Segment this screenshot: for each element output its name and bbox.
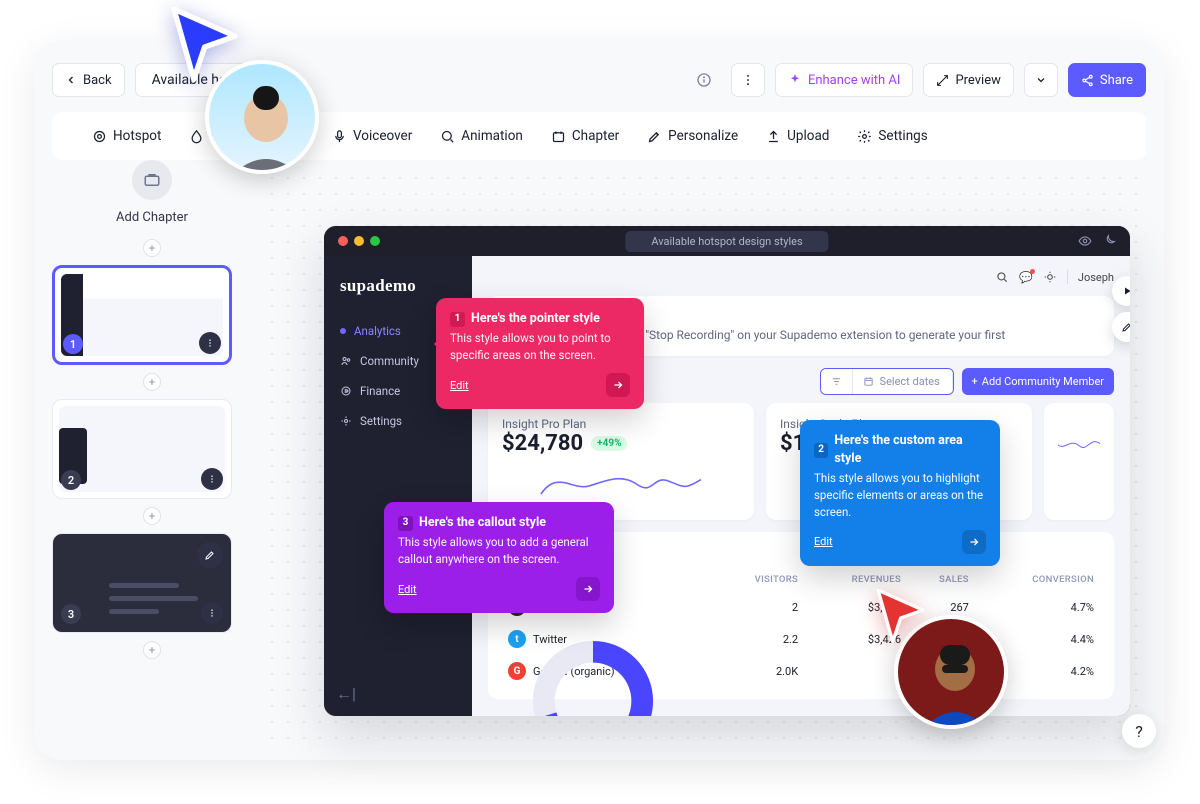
demo-nav-settings[interactable]: Settings — [330, 408, 466, 434]
search-icon[interactable] — [995, 270, 1009, 284]
info-button[interactable] — [687, 63, 721, 97]
eye-icon — [1078, 234, 1092, 248]
step-thumb-3[interactable]: 3 — [52, 533, 232, 633]
traffic-light-min-icon — [354, 236, 364, 246]
callout-pointer[interactable]: 1Here's the pointer style This style all… — [436, 298, 644, 409]
share-button[interactable]: Share — [1068, 63, 1146, 97]
callout-callout[interactable]: 3Here's the callout style This style all… — [384, 502, 614, 613]
sparkline-icon — [1058, 423, 1100, 463]
arrow-right-icon[interactable] — [962, 530, 986, 554]
date-range-picker[interactable]: Select dates — [820, 368, 954, 395]
traffic-light-close-icon — [338, 236, 348, 246]
step-thumb-2[interactable]: 2 — [52, 399, 232, 499]
insert-step-button[interactable]: + — [143, 239, 161, 257]
callout-edit-link[interactable]: Edit — [450, 378, 469, 394]
insert-step-button[interactable]: + — [143, 641, 161, 659]
metric-card-third — [1044, 403, 1114, 520]
help-button[interactable]: ? — [1122, 714, 1156, 748]
demo-header: 💬 Joseph — [488, 266, 1114, 288]
insert-step-button[interactable]: + — [143, 507, 161, 525]
tool-settings[interactable]: Settings — [857, 128, 927, 144]
back-button[interactable]: Back — [52, 63, 125, 97]
thumb-menu-icon[interactable] — [199, 332, 221, 354]
traffic-light-max-icon — [370, 236, 380, 246]
add-community-member-button[interactable]: +Add Community Member — [962, 368, 1114, 395]
window-titlebar: Available hotspot design styles — [324, 226, 1130, 256]
collapse-sidebar-icon[interactable]: ←| — [324, 672, 472, 716]
enhance-ai-button[interactable]: Enhance with AI — [775, 63, 914, 97]
window-url: Available hotspot design styles — [625, 231, 828, 252]
chat-icon[interactable]: 💬 — [1019, 271, 1033, 284]
thumb-menu-icon[interactable] — [201, 468, 223, 490]
arrow-right-icon[interactable] — [576, 577, 600, 601]
preview-button[interactable]: Preview — [923, 63, 1013, 97]
steps-sidebar: Add Chapter + 1 + 2 + 3 + — [52, 160, 252, 667]
tool-personalize[interactable]: Personalize — [647, 128, 738, 144]
callout-edit-link[interactable]: Edit — [814, 534, 833, 550]
tool-animation[interactable]: Animation — [440, 128, 523, 144]
moon-icon — [1102, 234, 1116, 248]
tool-hotspot[interactable]: Hotspot — [92, 128, 161, 144]
cursor-red-icon — [865, 585, 931, 651]
tool-voiceover[interactable]: Voiceover — [332, 128, 412, 144]
demo-user[interactable]: Joseph — [1078, 271, 1114, 284]
sun-icon[interactable] — [1043, 270, 1057, 284]
tool-upload[interactable]: Upload — [766, 128, 829, 144]
more-button[interactable] — [731, 63, 765, 97]
step-thumb-1[interactable]: 1 — [52, 265, 232, 365]
callout-custom-area[interactable]: 2Here's the custom area style This style… — [800, 420, 1000, 566]
folder-icon — [143, 171, 161, 189]
sparkline-icon — [502, 462, 740, 502]
insert-step-button[interactable]: + — [143, 373, 161, 391]
preview-dropdown-button[interactable] — [1024, 63, 1058, 97]
donut-chart-icon — [528, 636, 658, 716]
edit-thumb-icon[interactable] — [197, 542, 223, 568]
add-chapter-button[interactable]: Add Chapter — [52, 160, 252, 225]
thumb-menu-icon[interactable] — [201, 602, 223, 624]
cursor-blue-icon — [156, 2, 246, 92]
arrow-right-icon[interactable] — [606, 373, 630, 397]
callout-edit-link[interactable]: Edit — [398, 582, 417, 598]
tool-chapter[interactable]: Chapter — [551, 128, 619, 144]
